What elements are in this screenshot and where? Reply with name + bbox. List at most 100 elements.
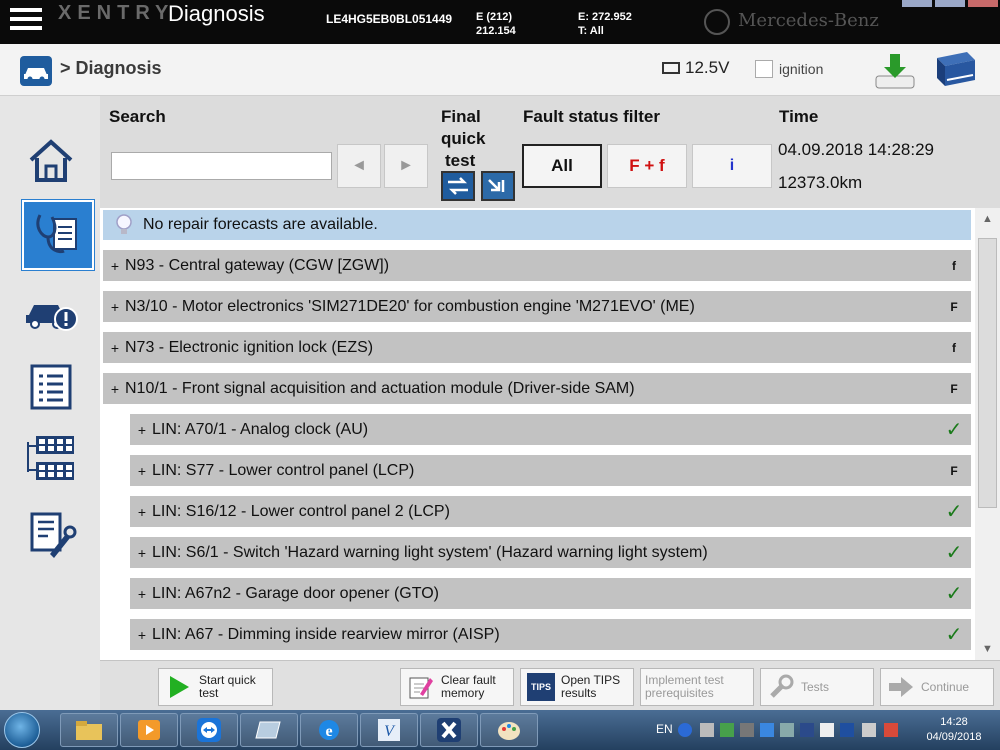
document-wrench-icon (30, 512, 77, 558)
tray-app-icon[interactable] (840, 723, 854, 737)
tray-device-icon[interactable] (780, 723, 794, 737)
control-units-icon (27, 436, 74, 480)
expand-plus-icon[interactable]: + (132, 545, 152, 561)
status-ok-check-icon: ✓ (945, 624, 963, 646)
sidebar-diagnosis[interactable] (21, 199, 95, 271)
manual-book-icon[interactable] (933, 50, 979, 88)
ignition-checkbox[interactable] (755, 60, 773, 78)
tray-keyboard-icon[interactable] (800, 723, 814, 737)
taskbar-folder-icon[interactable] (60, 713, 118, 747)
taskbar-ie-icon[interactable]: e (300, 713, 358, 747)
sidebar-workshop[interactable] (22, 508, 80, 566)
taskbar-media-icon[interactable] (120, 713, 178, 747)
control-unit-row[interactable]: + N3/10 - Motor electronics 'SIM271DE20' … (103, 291, 971, 322)
fault-status-code: F (950, 381, 958, 396)
control-unit-label: LIN: A70/1 - Analog clock (AU) (152, 420, 369, 438)
search-input[interactable] (111, 152, 332, 180)
control-unit-row[interactable]: + LIN: S16/12 - Lower control panel 2 (LC… (130, 496, 971, 527)
control-unit-label: LIN: A67 - Dimming inside rearview mirro… (152, 625, 500, 643)
control-unit-label: N93 - Central gateway (CGW [ZGW]) (125, 256, 390, 274)
expand-plus-icon[interactable]: + (132, 586, 152, 602)
taskbar-teamviewer-icon[interactable] (180, 713, 238, 747)
control-unit-row[interactable]: + N93 - Central gateway (CGW [ZGW]) f (103, 250, 971, 281)
sidebar-vehicle-fault[interactable] (22, 284, 80, 342)
home-icon (29, 139, 73, 182)
battery-icon (662, 62, 680, 74)
tray-settings-icon[interactable] (700, 723, 714, 737)
control-unit-label: N73 - Electronic ignition lock (EZS) (125, 338, 374, 356)
taskbar-window-icon[interactable] (240, 713, 298, 747)
sidebar-list[interactable] (22, 358, 80, 416)
control-unit-row[interactable]: + LIN: S77 - Lower control panel (LCP) F (130, 455, 971, 486)
expand-plus-icon[interactable]: + (105, 381, 125, 397)
engine-code: E: 272.952 (578, 11, 632, 23)
breadcrumb[interactable]: > Diagnosis (60, 58, 162, 79)
vehicle-model: E (212) (476, 11, 513, 23)
tray-battery-icon[interactable] (820, 723, 834, 737)
keyboard-language[interactable]: EN (656, 722, 673, 736)
eraser-icon (407, 673, 435, 701)
filter-faults-button[interactable]: F + f (607, 144, 687, 188)
list-scrollbar[interactable]: ▲ ▼ (975, 208, 1000, 660)
tests-button[interactable]: Tests (760, 668, 874, 706)
tray-printer-icon[interactable] (740, 723, 754, 737)
control-unit-row[interactable]: + LIN: S6/1 - Switch 'Hazard warning ligh… (130, 537, 971, 568)
expand-plus-icon[interactable]: + (132, 422, 152, 438)
taskbar-paint-icon[interactable] (480, 713, 538, 747)
tray-network-icon[interactable] (720, 723, 734, 737)
control-unit-label: LIN: S16/12 - Lower control panel 2 (LCP… (152, 502, 450, 520)
tray-alert-icon[interactable] (884, 723, 898, 737)
list-icon (30, 364, 72, 410)
help-tray-icon[interactable] (678, 723, 692, 737)
vehicle-home-icon[interactable] (20, 56, 52, 86)
quick-test-transfer-button[interactable] (441, 171, 475, 201)
tray-display-icon[interactable] (760, 723, 774, 737)
start-quick-test-button[interactable]: Start quick test (158, 668, 273, 706)
control-unit-row[interactable]: + N73 - Electronic ignition lock (EZS) f (103, 332, 971, 363)
close-button[interactable] (968, 0, 998, 7)
mercedes-star-icon (704, 9, 730, 35)
control-unit-row[interactable]: + LIN: A67n2 - Garage door opener (GTO) ✓ (130, 578, 971, 609)
svg-text:e: e (325, 723, 332, 740)
expand-plus-icon[interactable]: + (105, 258, 125, 274)
continue-button[interactable]: Continue (880, 668, 994, 706)
tray-signal-icon[interactable] (862, 723, 876, 737)
control-unit-label: LIN: A67n2 - Garage door opener (GTO) (152, 584, 439, 602)
expand-plus-icon[interactable]: + (105, 299, 125, 315)
taskbar-clock[interactable]: 14:28 04/09/2018 (922, 715, 986, 745)
download-icon[interactable] (874, 52, 916, 92)
filter-all-button[interactable]: All (522, 144, 602, 188)
control-unit-row[interactable]: + LIN: A70/1 - Analog clock (AU) ✓ (130, 414, 971, 445)
quick-test-return-button[interactable] (481, 171, 515, 201)
hamburger-menu-icon[interactable] (10, 8, 42, 34)
maximize-button[interactable] (935, 0, 965, 7)
taskbar-xentry-icon[interactable] (420, 713, 478, 747)
expand-plus-icon[interactable]: + (105, 340, 125, 356)
minimize-button[interactable] (902, 0, 932, 7)
filter-info-button[interactable]: i (692, 144, 772, 188)
play-icon (165, 673, 193, 701)
implement-prerequisites-button[interactable]: Implement test prerequisites (640, 668, 754, 706)
start-button[interactable] (4, 712, 40, 748)
engine-info: E: 272.952 T: All (578, 10, 632, 38)
open-tips-results-button[interactable]: TIPS Open TIPS results (520, 668, 634, 706)
taskbar-vediamo-icon[interactable]: V (360, 713, 418, 747)
expand-plus-icon[interactable]: + (132, 504, 152, 520)
control-unit-row[interactable]: + LIN: A67 - Dimming inside rearview mirr… (130, 619, 971, 650)
control-unit-list: No repair forecasts are available. + N93 … (100, 208, 1000, 660)
fault-status-code: F (950, 463, 958, 478)
left-sidebar (0, 96, 100, 710)
previous-button[interactable]: ◄ (337, 144, 381, 188)
clear-fault-memory-button[interactable]: Clear fault memory (400, 668, 514, 706)
scroll-thumb[interactable] (978, 238, 997, 508)
expand-plus-icon[interactable]: + (132, 627, 152, 643)
sidebar-control-units[interactable] (22, 430, 80, 488)
scroll-down-icon[interactable]: ▼ (975, 638, 1000, 660)
expand-plus-icon[interactable]: + (132, 463, 152, 479)
sidebar-home[interactable] (22, 132, 80, 190)
next-button[interactable]: ► (384, 144, 428, 188)
lightbulb-icon (116, 214, 132, 234)
control-unit-row[interactable]: + N10/1 - Front signal acquisition and ac… (103, 373, 971, 404)
vehicle-info: E (212) 212.154 (476, 10, 516, 38)
scroll-up-icon[interactable]: ▲ (975, 208, 1000, 230)
